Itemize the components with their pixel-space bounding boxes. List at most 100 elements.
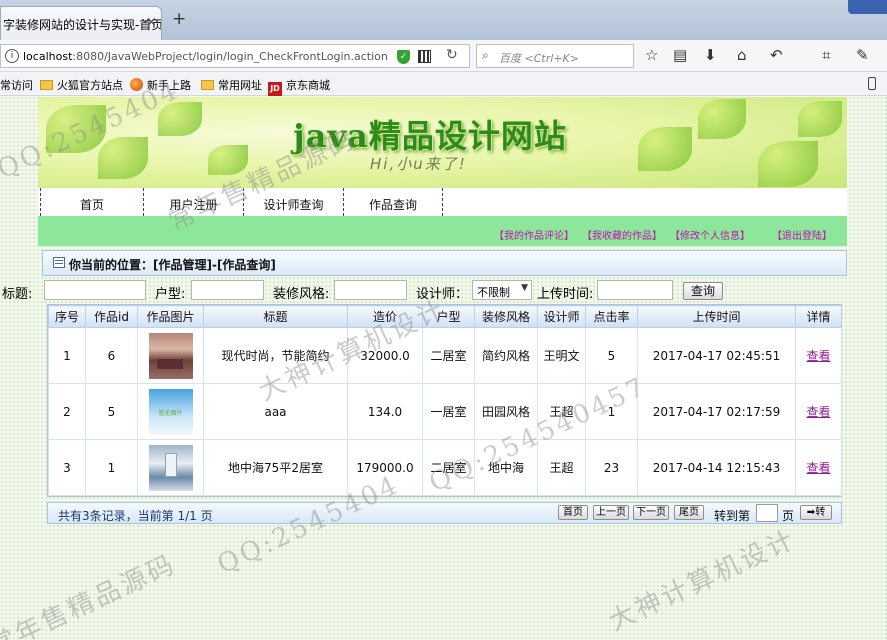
table-header-row: 序号 作品id 作品图片 标题 造价 户型 装修风格 设计师 点击率 上传时间 …: [48, 305, 842, 328]
title-input[interactable]: [44, 280, 146, 300]
crop-icon[interactable]: ⌗: [822, 45, 830, 65]
reading-list-icon[interactable]: ▤: [673, 45, 687, 65]
column-header: 点击率: [585, 305, 638, 328]
work-thumbnail[interactable]: [148, 444, 193, 491]
bookmark-star-icon[interactable]: ☆: [645, 45, 658, 65]
menu-item-designer-search[interactable]: 设计师查询: [243, 188, 343, 216]
cell-no: 1: [48, 327, 86, 384]
cell-clicks: 1: [585, 383, 638, 440]
cell-title: 现代时尚，节能简约: [203, 327, 348, 384]
record-count-text: 共有3条记录，当前第 1/1 页: [58, 509, 213, 523]
watermark: 大神计算机设计: [604, 524, 801, 638]
undo-icon[interactable]: ↶: [770, 45, 783, 65]
edit-profile-link[interactable]: 【修改个人信息】: [670, 227, 750, 242]
watermark: 常年售精品源码: [0, 549, 181, 640]
my-favorites-link[interactable]: 【我收藏的作品】: [582, 227, 662, 242]
url-host: localhost: [23, 50, 73, 63]
work-thumbnail[interactable]: [148, 332, 193, 379]
view-link[interactable]: 查看: [806, 405, 830, 419]
leaf-decoration: [46, 105, 106, 153]
cell-detail: 查看: [795, 327, 842, 384]
breadcrumb-text: 你当前的位置：[作品管理]-[作品查询]: [69, 258, 276, 272]
work-thumbnail[interactable]: 暂无图片: [148, 388, 193, 435]
bookmark-firefox-official[interactable]: 火狐官方站点: [40, 77, 123, 93]
cell-detail: 查看: [795, 439, 842, 496]
site-subtitle: Hi,小u来了!: [370, 155, 467, 173]
new-tab-icon[interactable]: +: [172, 11, 186, 28]
cell-designer: 王超: [537, 439, 586, 496]
extension-icon[interactable]: ✎: [856, 45, 869, 65]
reload-icon[interactable]: ↻: [446, 47, 458, 63]
site-banner: java精品设计网站 Hi,小u来了!: [38, 97, 847, 188]
search-form: 标题: 户型: 装修风格: 设计师： 不限制 ▼ 上传时间: 查询: [0, 279, 887, 303]
cell-title: 地中海75平2居室: [203, 439, 348, 496]
cell-type: 一居室: [422, 383, 475, 440]
type-label: 户型:: [155, 287, 186, 302]
bookmark-label: 火狐官方站点: [57, 79, 123, 92]
url-path: :8080/JavaWebProject/login/login_CheckFr…: [72, 50, 388, 63]
browser-tabbar: 字装修网站的设计与实现-首页 × +: [0, 0, 887, 40]
table-row: 1 6 现代时尚，节能简约 32000.0 二居室 简约风格 王明文 5 201…: [48, 327, 842, 384]
cell-price: 179000.0: [347, 439, 423, 496]
cell-designer: 王明文: [537, 327, 586, 384]
upload-time-label: 上传时间:: [537, 287, 594, 302]
bookmark-most-visited[interactable]: 常访问: [0, 77, 33, 93]
close-tab-icon[interactable]: ×: [146, 15, 157, 30]
goto-button-label: 转: [815, 507, 826, 518]
cell-designer: 王超: [537, 383, 586, 440]
type-input[interactable]: [191, 280, 264, 300]
column-header: 作品图片: [137, 305, 204, 328]
my-comments-link[interactable]: 【我的作品评论】: [494, 227, 574, 242]
list-icon: [53, 257, 65, 268]
bookmark-jd[interactable]: JD 京东商城: [268, 77, 330, 96]
cell-detail: 查看: [795, 383, 842, 440]
shield-icon[interactable]: ✓: [397, 50, 410, 64]
prev-page-button[interactable]: 上一页: [593, 505, 629, 520]
folder-icon: [40, 80, 53, 90]
style-input[interactable]: [334, 280, 407, 300]
bookmark-common-sites[interactable]: 常用网址: [201, 77, 262, 93]
bookmark-getting-started[interactable]: 新手上路: [130, 77, 191, 93]
address-bar[interactable]: i localhost:8080/JavaWebProject/login/lo…: [0, 44, 470, 68]
query-button[interactable]: 查询: [683, 282, 723, 300]
cell-price: 134.0: [347, 383, 423, 440]
cell-no: 3: [48, 439, 86, 496]
leaf-decoration: [698, 99, 746, 139]
qr-code-icon[interactable]: [418, 50, 431, 63]
cell-no: 2: [48, 383, 86, 440]
browser-search-input[interactable]: ⌕ 百度 <Ctrl+K>: [476, 44, 634, 68]
search-placeholder: 百度 <Ctrl+K>: [499, 52, 579, 65]
menu-item-works-search[interactable]: 作品查询: [343, 188, 442, 216]
cell-clicks: 23: [585, 439, 638, 496]
window-control-button[interactable]: [848, 0, 887, 14]
no-image-text: 暂无图片: [158, 409, 183, 417]
cell-time: 2017-04-17 02:45:51: [637, 327, 796, 384]
designer-select[interactable]: 不限制 ▼: [472, 280, 532, 300]
goto-button[interactable]: ➡转: [800, 505, 832, 520]
home-icon[interactable]: ⌂: [737, 45, 747, 65]
menu-item-home[interactable]: 首页: [40, 188, 143, 216]
leaf-decoration: [758, 141, 818, 187]
download-icon[interactable]: ⬇: [704, 45, 717, 65]
browser-tab-active[interactable]: 字装修网站的设计与实现-首页 ×: [0, 6, 162, 40]
site-info-icon[interactable]: i: [5, 49, 19, 63]
view-link[interactable]: 查看: [806, 349, 830, 363]
view-link[interactable]: 查看: [806, 461, 830, 475]
cell-time: 2017-04-14 12:15:43: [637, 439, 796, 496]
table-row: 2 5 暂无图片 aaa 134.0 一居室 田园风格 王超 1 2017-04…: [48, 383, 842, 440]
bookmarks-bar: 常访问 火狐官方站点 新手上路 常用网址 JD 京东商城: [0, 72, 887, 96]
upload-time-input[interactable]: [597, 280, 673, 300]
column-header: 序号: [48, 305, 86, 328]
chevron-down-icon: ▼: [521, 283, 528, 293]
goto-label: 转到第: [714, 509, 751, 523]
page-unit-label: 页: [782, 509, 795, 523]
first-page-button[interactable]: 首页: [558, 505, 588, 520]
next-page-button[interactable]: 下一页: [633, 505, 669, 520]
mobile-bookmarks-icon[interactable]: [868, 77, 876, 90]
goto-page-input[interactable]: [756, 504, 778, 522]
last-page-button[interactable]: 尾页: [674, 505, 704, 520]
logout-link[interactable]: 【退出登陆】: [772, 227, 832, 242]
menu-item-register[interactable]: 用户注册: [143, 188, 243, 216]
designer-label: 设计师：: [416, 287, 469, 302]
column-header: 户型: [422, 305, 475, 328]
